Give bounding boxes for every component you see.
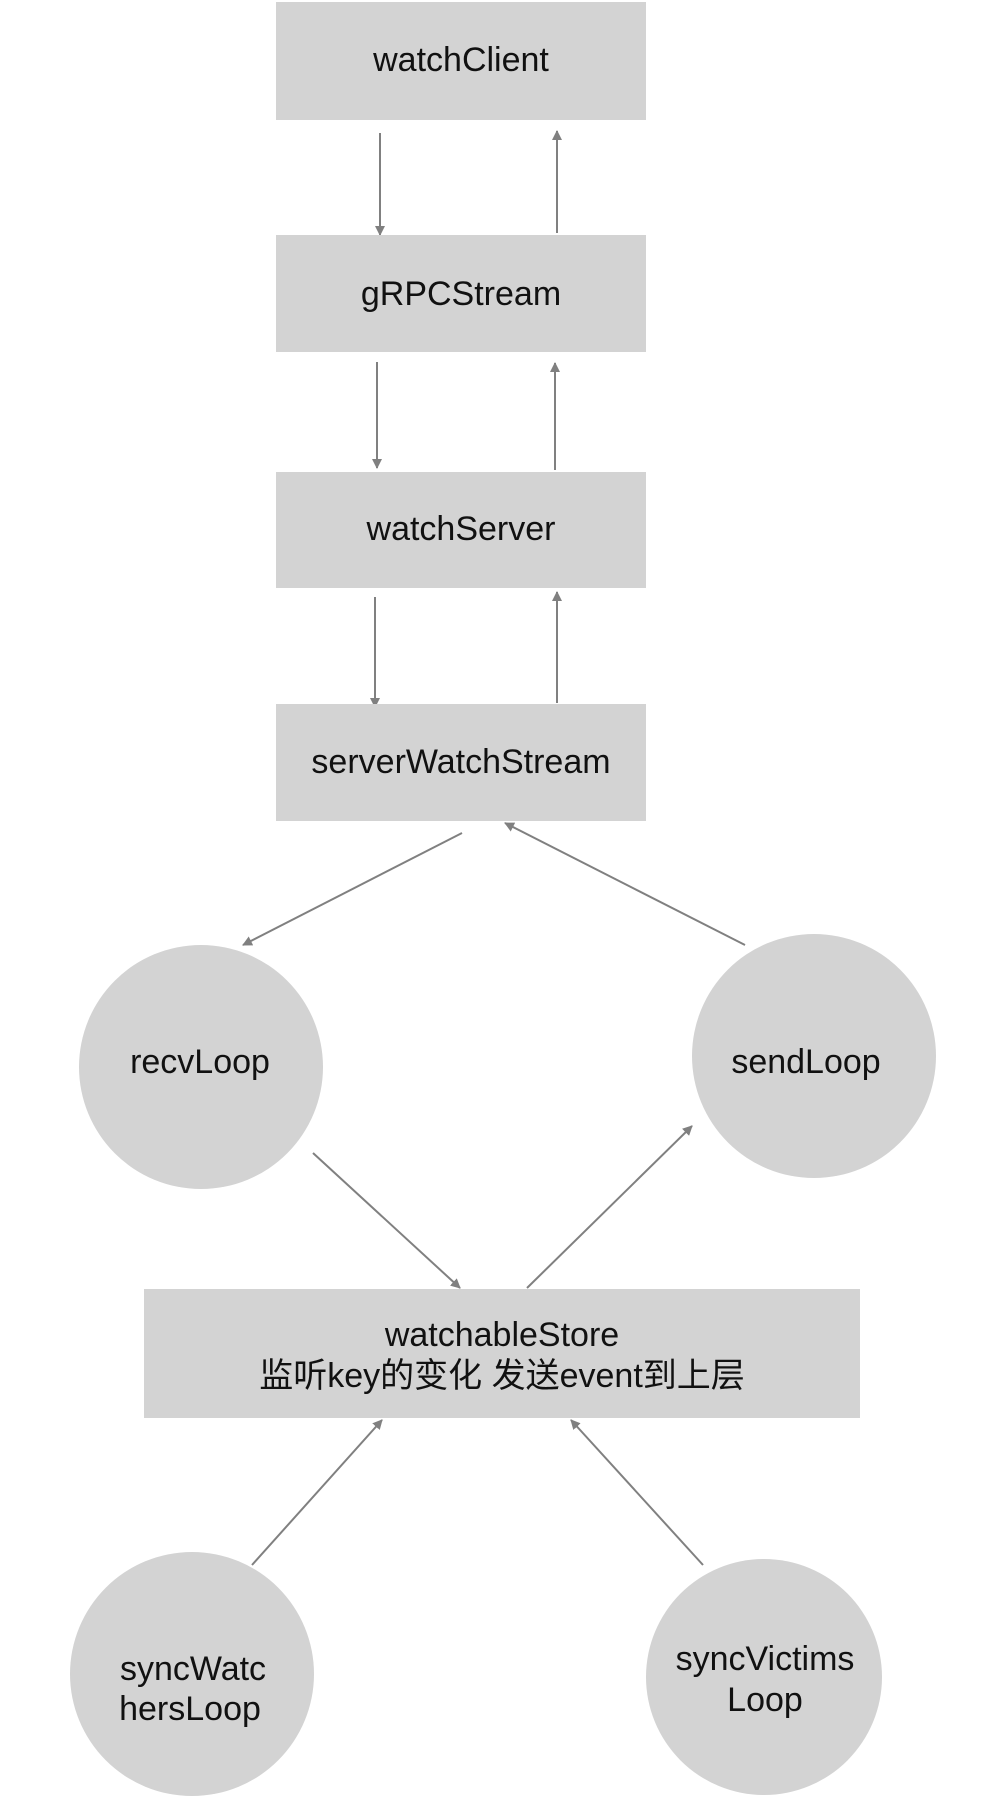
edge-sendloop-to-serverwatchstream — [504, 822, 746, 946]
node-watch-server-label: watchServer — [366, 510, 556, 548]
node-watch-client: watchClient — [276, 2, 646, 120]
edge-syncwatchersloop-to-watchablestore — [251, 1419, 383, 1566]
watch-flow-diagram: watchClient gRPCStream watchServer serve… — [70, 2, 936, 1796]
node-watchable-store-label-line1: watchableStore — [384, 1316, 619, 1354]
node-sync-victims-loop-label-line2: Loop — [727, 1681, 803, 1719]
edge-recvloop-to-watchablestore — [312, 1152, 461, 1289]
node-watch-server: watchServer — [276, 472, 646, 588]
edge-serverwatchstream-to-recvloop — [242, 832, 463, 946]
node-send-loop: sendLoop — [692, 934, 936, 1178]
node-watchable-store-label-line2: 监听key的变化 发送event到上层 — [259, 1357, 745, 1395]
edge-watchablestore-to-sendloop — [526, 1125, 693, 1289]
node-recv-loop-label: recvLoop — [130, 1043, 270, 1081]
node-sync-victims-loop-label-line1: syncVictims — [676, 1640, 855, 1678]
node-server-watch-stream: serverWatchStream — [276, 704, 646, 821]
node-sync-watchers-loop-label-line1: syncWatc — [120, 1650, 266, 1688]
node-grpc-stream-label: gRPCStream — [361, 275, 561, 313]
node-sync-watchers-loop-label-line2: hersLoop — [119, 1690, 261, 1728]
node-sync-victims-loop: syncVictims Loop — [646, 1559, 882, 1795]
node-watch-client-label: watchClient — [372, 41, 549, 79]
edge-syncvictimsloop-to-watchablestore — [570, 1419, 704, 1566]
node-watchable-store: watchableStore 监听key的变化 发送event到上层 — [144, 1289, 860, 1418]
node-sync-watchers-loop: syncWatc hersLoop — [70, 1552, 314, 1796]
node-grpc-stream: gRPCStream — [276, 235, 646, 352]
node-recv-loop: recvLoop — [79, 945, 323, 1189]
node-server-watch-stream-label: serverWatchStream — [311, 743, 610, 781]
node-send-loop-label: sendLoop — [731, 1043, 880, 1081]
